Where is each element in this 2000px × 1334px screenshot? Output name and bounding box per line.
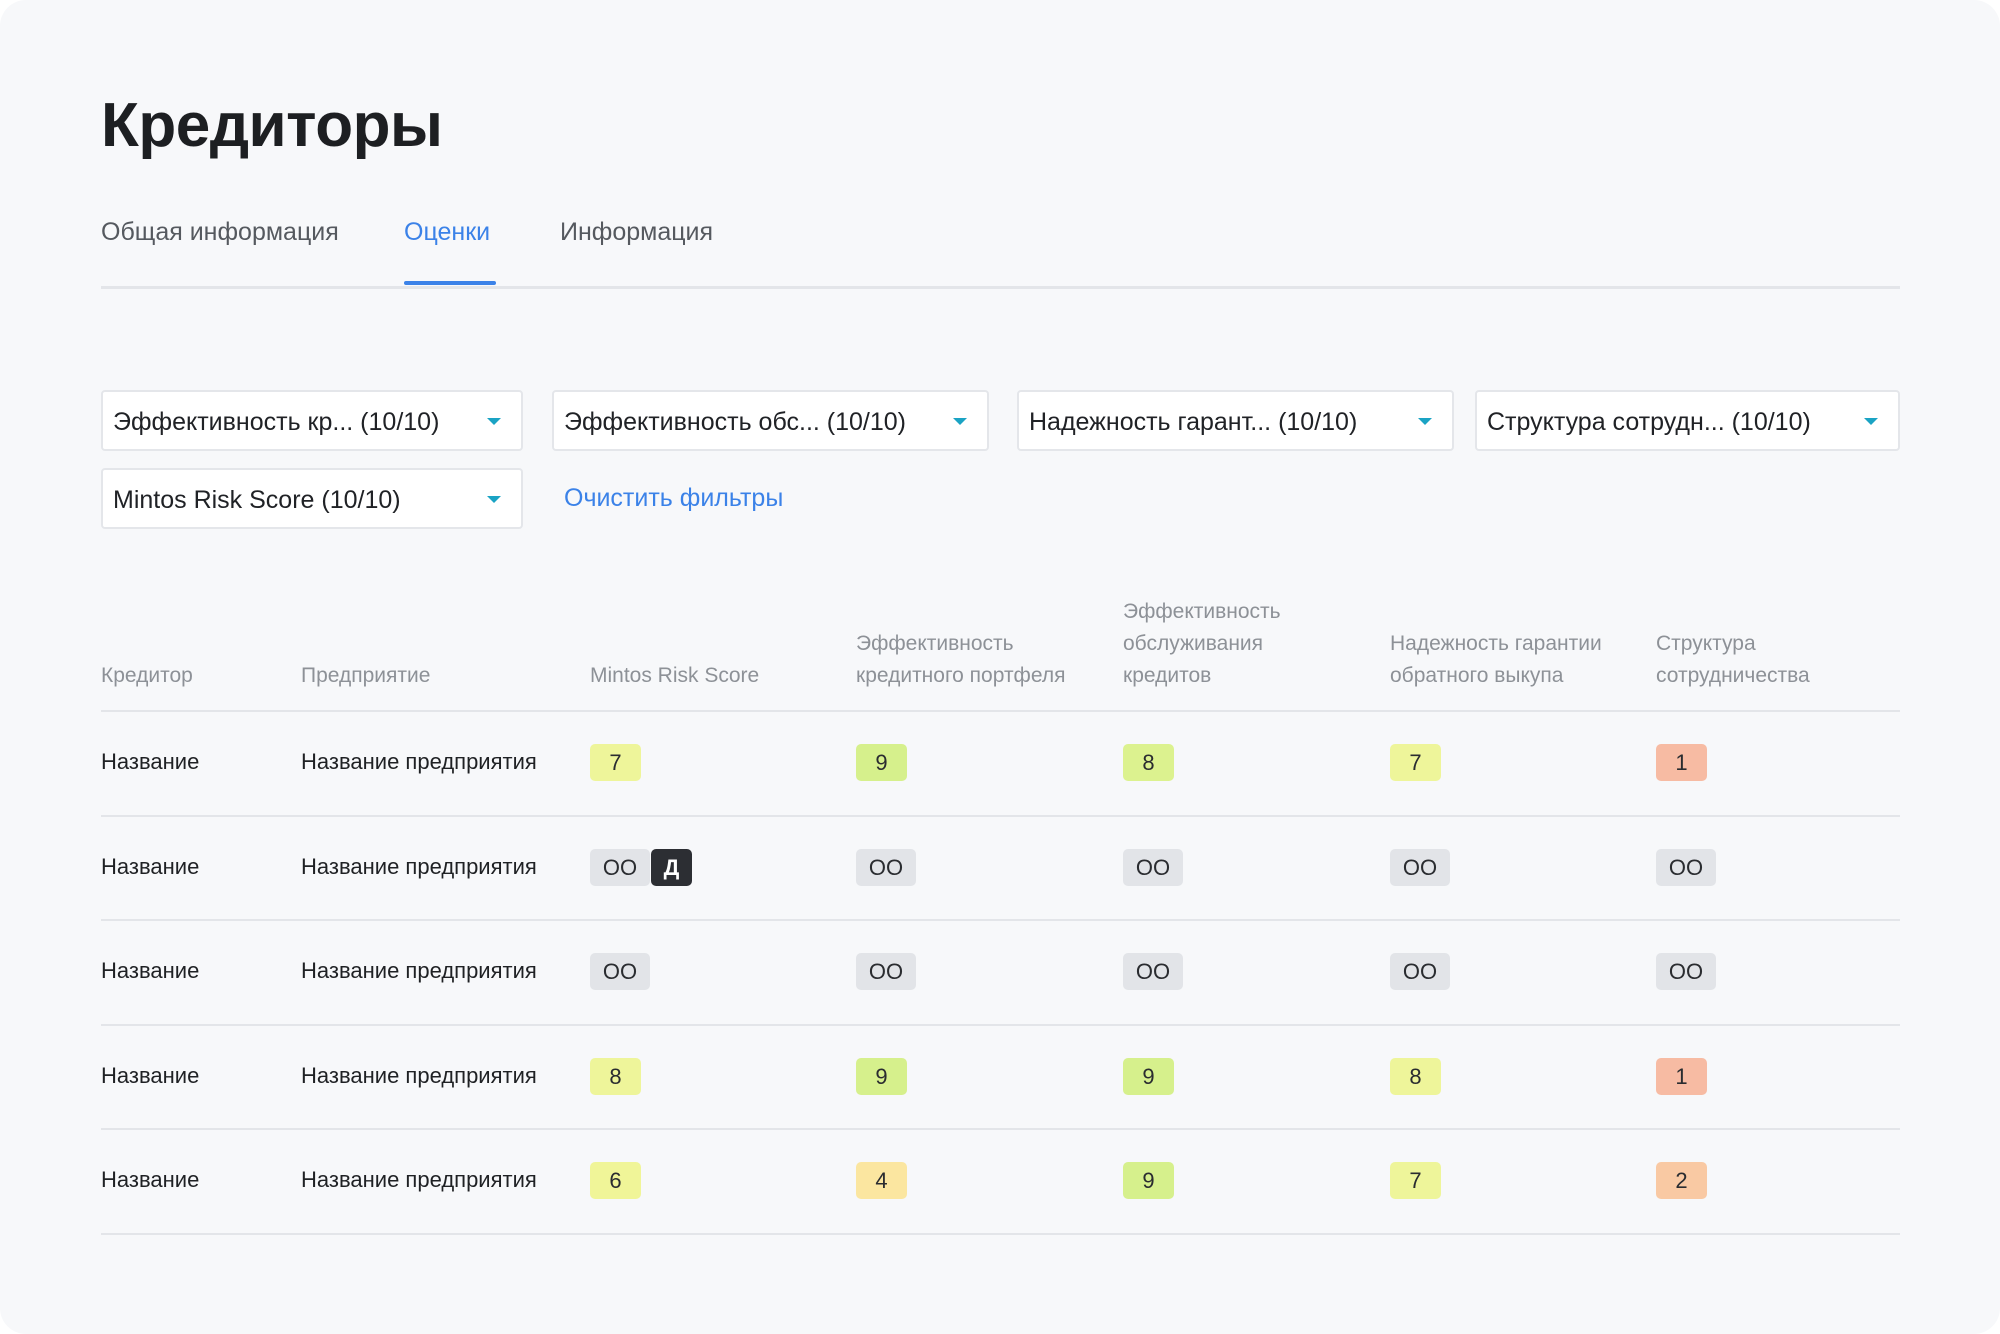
score-badge: OO bbox=[1390, 953, 1450, 990]
column-header: Mintos Risk Score bbox=[590, 660, 759, 692]
column-header-line: обслуживания bbox=[1123, 632, 1264, 655]
company-name: Название предприятия bbox=[301, 1167, 537, 1192]
caret-down-icon bbox=[487, 496, 501, 503]
row-divider bbox=[101, 710, 1900, 712]
creditor-name[interactable]: Название bbox=[101, 1167, 199, 1193]
page-frame: Кредиторы Общая информация Оценки Информ… bbox=[0, 0, 2000, 1334]
score-badge: 6 bbox=[590, 1162, 641, 1199]
tab-general-info[interactable]: Общая информация bbox=[101, 218, 339, 247]
column-header-line: Надежность гарантии bbox=[1390, 632, 1602, 655]
score-badge: 1 bbox=[1656, 744, 1707, 781]
clear-filters-link[interactable]: Очистить фильтры bbox=[564, 484, 783, 513]
filter-dropdown-servicing[interactable]: Эффективность обс... (10/10) bbox=[552, 390, 989, 451]
column-header: Предприятие bbox=[301, 660, 430, 692]
filter-label: Структура сотрудн... (10/10) bbox=[1487, 408, 1811, 436]
score-badge: 8 bbox=[590, 1058, 641, 1095]
tab-information[interactable]: Информация bbox=[560, 218, 713, 247]
score-badge: 8 bbox=[1390, 1058, 1441, 1095]
column-header: Кредитор bbox=[101, 660, 193, 692]
score-badge: 2 bbox=[1656, 1162, 1707, 1199]
column-header: Эффективность обслуживания кредитов bbox=[1123, 596, 1281, 692]
column-header-line: кредитного портфеля bbox=[856, 664, 1066, 687]
score-badge: 9 bbox=[1123, 1162, 1174, 1199]
filter-label: Mintos Risk Score (10/10) bbox=[113, 486, 401, 514]
row-divider bbox=[101, 1128, 1900, 1130]
row-divider bbox=[101, 1024, 1900, 1026]
column-header-line: Эффективность bbox=[856, 632, 1014, 655]
page-title: Кредиторы bbox=[101, 91, 443, 160]
filter-label: Надежность гарант... (10/10) bbox=[1029, 408, 1358, 436]
filter-label: Эффективность кр... (10/10) bbox=[113, 408, 440, 436]
filter-dropdown-portfolio[interactable]: Эффективность кр... (10/10) bbox=[101, 390, 523, 451]
company-name: Название предприятия bbox=[301, 854, 537, 879]
score-badge: OO bbox=[1656, 849, 1716, 886]
column-header-line: Кредитор bbox=[101, 664, 193, 687]
score-badge: OO bbox=[1123, 849, 1183, 886]
column-header-line: Mintos Risk Score bbox=[590, 664, 760, 687]
score-badge: 7 bbox=[1390, 744, 1441, 781]
score-badge: OO bbox=[590, 849, 650, 886]
column-header: Структура сотрудничества bbox=[1656, 628, 1810, 692]
filter-dropdown-risk-score[interactable]: Mintos Risk Score (10/10) bbox=[101, 468, 523, 529]
column-header: Эффективность кредитного портфеля bbox=[856, 628, 1065, 692]
score-badge: OO bbox=[590, 953, 650, 990]
score-badge: OO bbox=[1123, 953, 1183, 990]
column-header-line: обратного выкупа bbox=[1390, 664, 1564, 687]
filter-label: Эффективность обс... (10/10) bbox=[564, 408, 906, 436]
caret-down-icon bbox=[953, 418, 967, 425]
company-name: Название предприятия bbox=[301, 958, 537, 983]
score-badge: 9 bbox=[1123, 1058, 1174, 1095]
creditor-name[interactable]: Название bbox=[101, 854, 199, 880]
score-badge: OO bbox=[1390, 849, 1450, 886]
creditor-name[interactable]: Название bbox=[101, 1063, 199, 1089]
company-name: Название предприятия bbox=[301, 749, 537, 774]
caret-down-icon bbox=[487, 418, 501, 425]
column-header: Надежность гарантии обратного выкупа bbox=[1390, 628, 1602, 692]
column-header-line: Эффективность bbox=[1123, 600, 1281, 623]
filter-dropdown-buyback[interactable]: Надежность гарант... (10/10) bbox=[1017, 390, 1454, 451]
column-header-line: Структура bbox=[1656, 632, 1756, 655]
caret-down-icon bbox=[1418, 418, 1432, 425]
tab-ratings[interactable]: Оценки bbox=[404, 218, 490, 247]
column-header-line: сотрудничества bbox=[1656, 664, 1810, 687]
company-name: Название предприятия bbox=[301, 1063, 537, 1088]
default-flag-badge: Д bbox=[651, 849, 692, 886]
score-badge: OO bbox=[1656, 953, 1716, 990]
score-badge: 7 bbox=[1390, 1162, 1441, 1199]
score-badge: OO bbox=[856, 953, 916, 990]
column-header-line: Предприятие bbox=[301, 664, 431, 687]
tab-bar: Общая информация Оценки Информация bbox=[101, 212, 1900, 289]
row-divider bbox=[101, 919, 1900, 921]
score-badge: OO bbox=[856, 849, 916, 886]
score-badge: 4 bbox=[856, 1162, 907, 1199]
column-header-line: кредитов bbox=[1123, 664, 1212, 687]
row-divider bbox=[101, 815, 1900, 817]
active-tab-indicator bbox=[404, 281, 496, 285]
creditor-name[interactable]: Название bbox=[101, 958, 199, 984]
creditor-name[interactable]: Название bbox=[101, 749, 199, 775]
score-badge: 1 bbox=[1656, 1058, 1707, 1095]
filter-dropdown-cooperation[interactable]: Структура сотрудн... (10/10) bbox=[1475, 390, 1900, 451]
row-divider bbox=[101, 1233, 1900, 1235]
score-badge: 9 bbox=[856, 744, 907, 781]
score-badge: 9 bbox=[856, 1058, 907, 1095]
score-badge: 7 bbox=[590, 744, 641, 781]
score-badge: 8 bbox=[1123, 744, 1174, 781]
caret-down-icon bbox=[1864, 418, 1878, 425]
